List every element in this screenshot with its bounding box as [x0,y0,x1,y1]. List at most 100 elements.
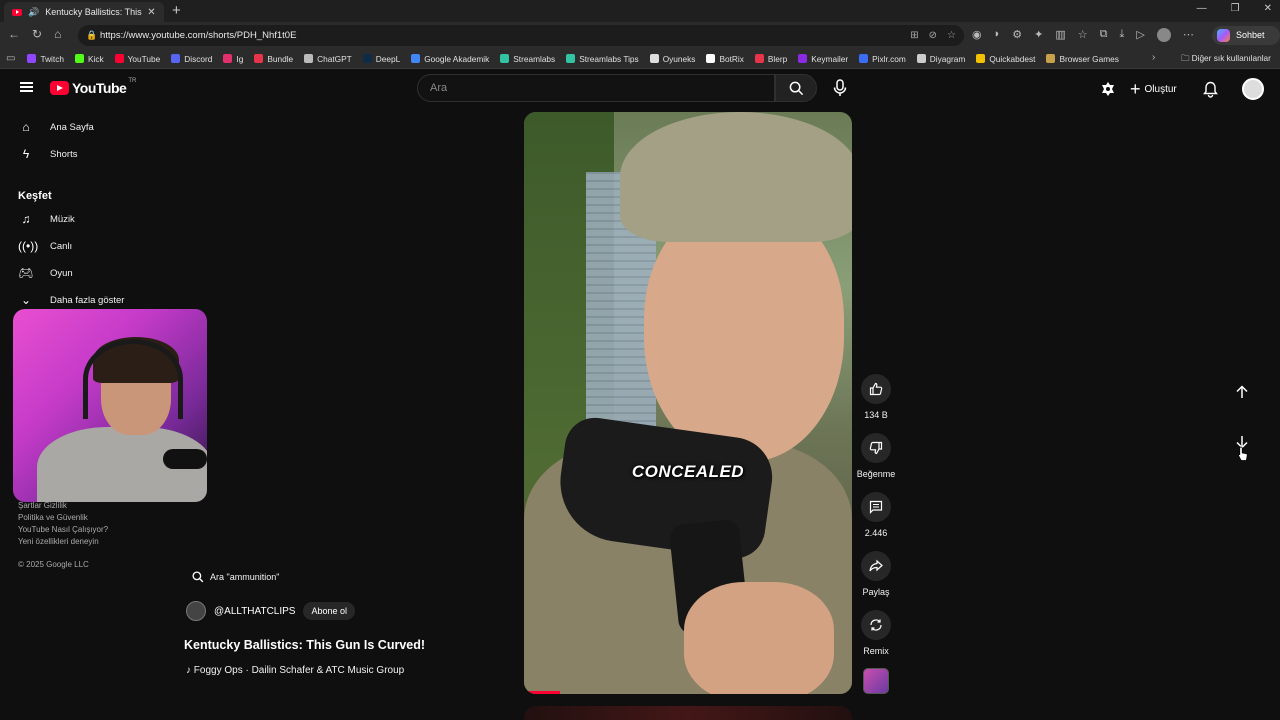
bookmark-label: Blerp [767,53,788,64]
bookmark-favicon-icon [649,54,659,63]
bookmark-item[interactable]: Discord [171,54,212,64]
youtube-play-icon [50,81,69,95]
bookmark-label: Ig [236,53,244,64]
account-avatar[interactable] [1241,78,1264,100]
speaker-icon[interactable]: 🔊 [28,7,39,18]
bookmark-label: Twitch [40,53,64,64]
bookmark-item[interactable]: Streamlabs Tips [566,54,639,64]
bookmark-item[interactable]: Ig [223,54,243,64]
bookmark-item[interactable]: Oyuneks [649,54,695,64]
sidebar-item-label: Müzik [50,213,75,225]
browser-tab[interactable]: 🔊 Kentucky Ballistics: This Gun ✕ [4,2,164,22]
search-suggestion-link[interactable]: Ara "ammunition" [192,571,279,583]
bookmark-favicon-icon [916,54,926,63]
music-link[interactable]: ♪ Foggy Ops · Dailin Schafer & ATC Music… [186,665,404,676]
url-bar[interactable]: 🔒 https://www.youtube.com/shorts/PDH_Nhf… [78,25,964,46]
footer-links-terms[interactable]: Şartlar Gizlilik [18,501,67,510]
bookmark-item[interactable]: Google Akademik [411,54,489,64]
short-video-player[interactable]: CONCEALED [524,112,852,694]
subscribe-button[interactable]: Abone ol [303,602,356,620]
footer-links-new-features[interactable]: Yeni özellikleri deneyin [18,537,99,546]
channel-avatar[interactable] [186,601,206,621]
favorites-icon[interactable]: ☆ [1078,28,1088,42]
bookmark-item[interactable]: Blerp [754,53,788,64]
progress-bar[interactable] [524,691,560,694]
bookmarks-overflow-icon[interactable]: › [1152,52,1155,63]
bookmark-item[interactable]: Kick [74,54,104,64]
sidebar-show-more[interactable]: ⌄ Daha fazla göster [18,293,125,307]
reading-list-icon[interactable]: ▭ [6,53,15,64]
sidebar-item-music[interactable]: ♫ Müzik [18,212,75,226]
split-screen-icon[interactable]: ▥ [1055,28,1065,42]
tracking-icon[interactable]: ⊘ [929,25,937,46]
bookmark-item[interactable]: ChatGPT [304,54,352,64]
refresh-icon[interactable]: ↻ [32,27,42,41]
create-button[interactable]: + Oluştur [1130,80,1177,98]
bell-icon[interactable] [1202,81,1218,98]
media-icon[interactable]: ▷ [1136,28,1144,42]
search-input[interactable]: Ara [417,74,775,102]
puzzle-icon[interactable]: ✦ [1034,28,1043,42]
bookmark-item[interactable]: Pixlr.com [859,54,906,64]
like-button[interactable]: 134 B [852,374,900,420]
voice-search-button[interactable] [832,79,848,102]
youtube-favicon-icon [12,8,22,16]
youtube-logo[interactable]: YouTube TR [50,78,137,96]
restore-icon[interactable]: ❐ [1231,3,1240,14]
comments-button[interactable]: 2.446 [852,492,900,538]
tab-close-icon[interactable]: ✕ [147,7,155,18]
footer-links-how-youtube-works[interactable]: YouTube Nasıl Çalışıyor? [18,525,108,534]
remix-button[interactable]: Remix [852,610,900,656]
next-short-preview[interactable] [524,706,852,720]
favorite-star-icon[interactable]: ☆ [947,25,956,46]
gamepad-icon[interactable]: ◉ [972,28,982,42]
home-icon[interactable]: ⌂ [54,27,61,41]
profile-icon[interactable] [1156,28,1171,42]
more-menu-icon[interactable]: ⋯ [1183,28,1194,42]
read-aloud-icon[interactable]: ◗ [994,28,1001,42]
search-button[interactable] [775,74,817,102]
share-button[interactable]: Paylaş [852,551,900,597]
bookmark-label: Browser Games [1059,53,1119,64]
lock-icon[interactable]: 🔒 [86,25,97,46]
bookmark-item[interactable]: Twitch [27,54,64,64]
sidebar-item-home[interactable]: ⌂ Ana Sayfa [18,120,93,134]
other-bookmarks[interactable]: 🗀 Diğer sık kullanılanlar [1181,53,1271,67]
bookmark-item[interactable]: Bundle [254,54,293,64]
sidebar-item-gaming[interactable]: 🎮︎ Oyun [18,266,72,280]
download-icon[interactable]: ⤓ [1120,28,1125,42]
close-window-icon[interactable]: ✕ [1264,3,1272,14]
sound-thumbnail[interactable] [863,668,889,694]
bookmark-item[interactable]: YouTube [114,54,160,64]
menu-icon[interactable] [20,82,33,92]
sidebar-item-shorts[interactable]: ϟ Shorts [18,147,78,161]
chevron-down-icon: ⌄ [20,293,32,307]
bookmark-item[interactable]: Browser Games [1046,53,1119,64]
footer-links-policy[interactable]: Politika ve Güvenlik [18,513,88,522]
extension-icon[interactable]: ⚙ [1012,28,1022,42]
channel-name[interactable]: @ALLTHATCLIPS [214,606,295,617]
previous-short-button[interactable] [1228,378,1256,406]
bookmark-item[interactable]: Keymailer [798,54,848,64]
dislike-button[interactable]: Beğenme [852,433,900,479]
arrow-up-icon [1236,385,1248,398]
back-icon[interactable]: ← [8,27,20,41]
copilot-button[interactable]: Sohbet et [1212,26,1280,59]
bookmark-item[interactable]: Quickabdest [976,54,1035,64]
collections-icon[interactable]: ⧉ [1100,28,1108,42]
bookmark-item[interactable]: BotRix [706,54,744,64]
like-count: 134 B [864,410,888,420]
search-icon [789,81,803,95]
studio-icon[interactable] [1100,81,1116,97]
new-tab-button[interactable]: + [172,2,181,19]
video-title[interactable]: Kentucky Ballistics: This Gun Is Curved! [184,638,425,652]
sidebar-item-live[interactable]: ((•)) Canlı [18,239,72,253]
app-available-icon[interactable]: ⊞ [910,25,918,46]
bookmark-item[interactable]: DeepL [362,54,400,64]
window-controls: — ❐ ✕ [1197,3,1272,14]
region-code: TR [128,78,137,84]
bookmark-item[interactable]: Diyagram [916,54,965,64]
bookmark-favicon-icon [798,54,808,63]
minimize-icon[interactable]: — [1197,3,1207,14]
bookmark-item[interactable]: Streamlabs [500,54,555,64]
